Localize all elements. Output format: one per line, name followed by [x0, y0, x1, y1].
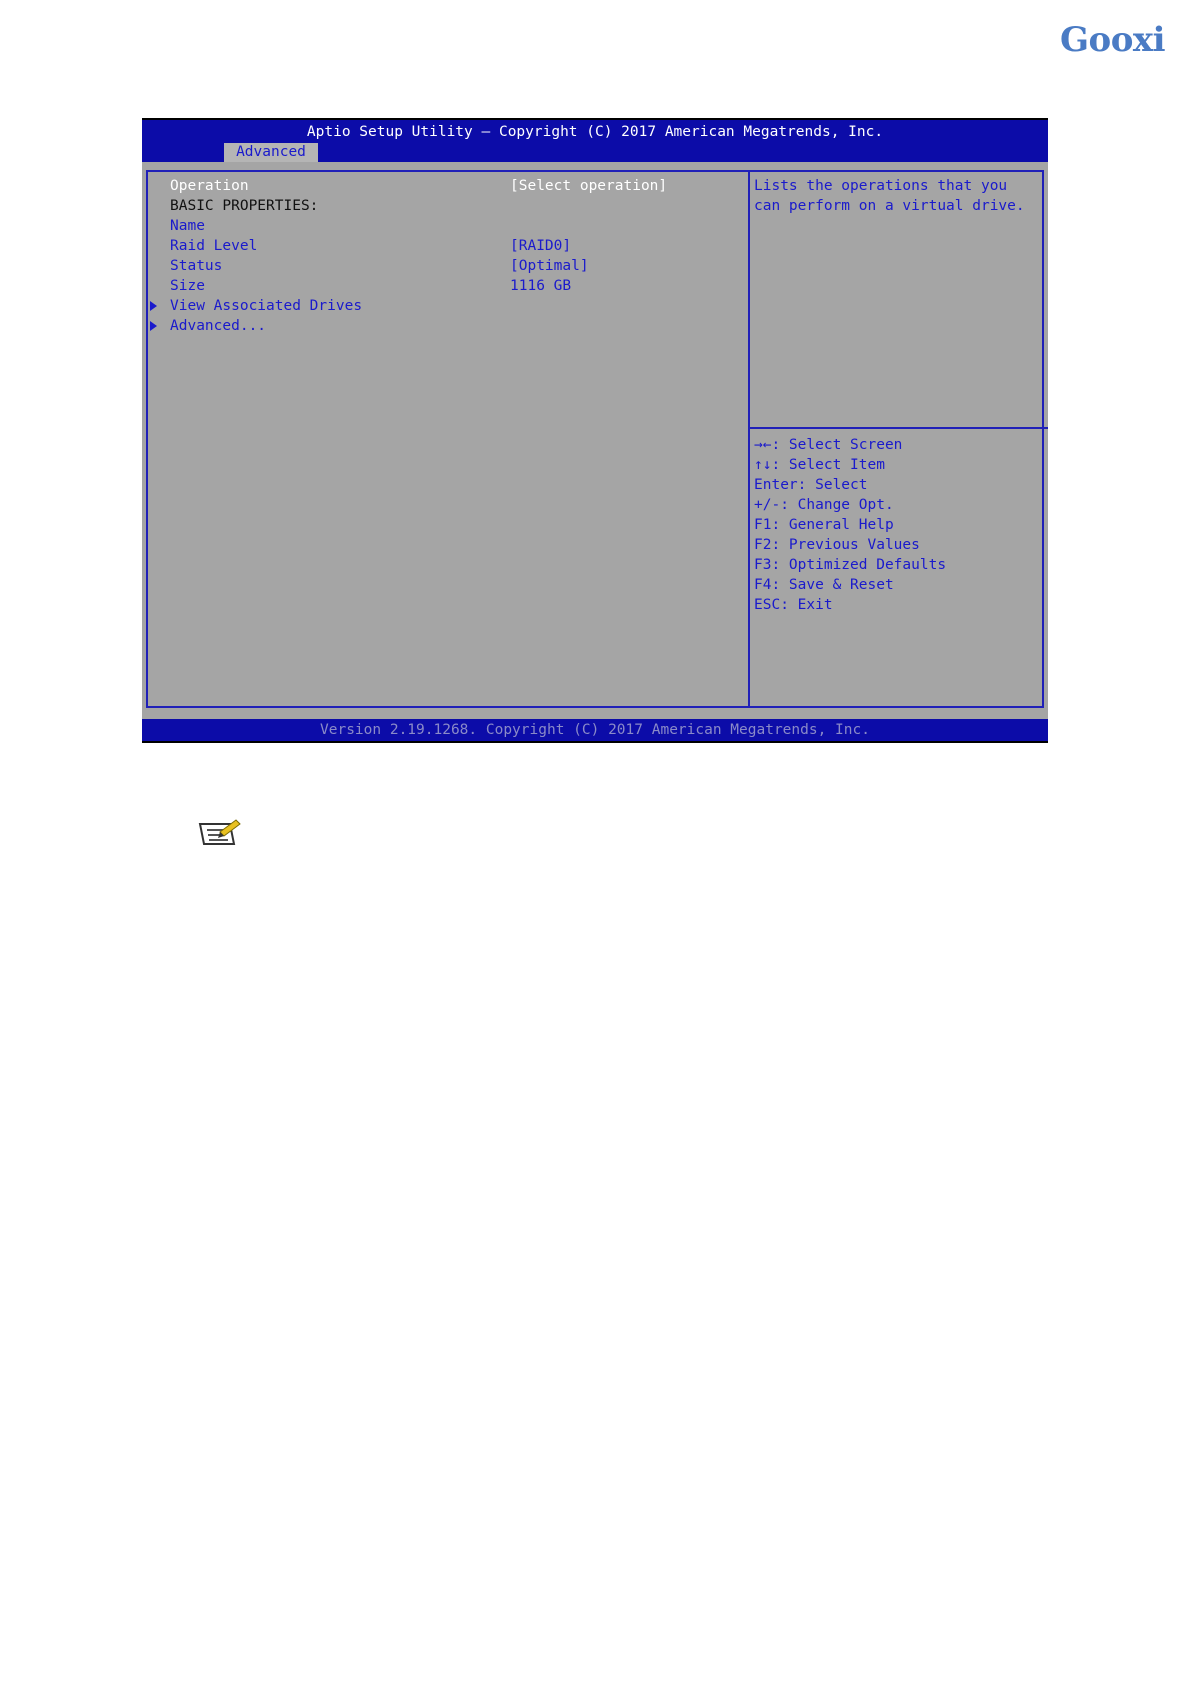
submenu-arrow-icon: [150, 301, 157, 311]
key-legend-item: ESC: Exit: [754, 597, 833, 613]
tab-advanced[interactable]: Advanced: [224, 143, 318, 162]
panel-divider: [748, 170, 750, 708]
setting-operation-value[interactable]: [Select operation]: [510, 176, 667, 196]
setting-raid-level-value: [RAID0]: [510, 238, 572, 254]
key-legend-item: F3: Optimized Defaults: [754, 557, 947, 573]
setting-status-label: Status: [170, 258, 223, 274]
bios-header: Aptio Setup Utility – Copyright (C) 2017…: [142, 120, 1048, 162]
gooxi-logo: Gooxi: [1060, 20, 1166, 60]
help-text-line: can perform on a virtual drive.: [754, 198, 1025, 214]
setting-raid-level-label: Raid Level: [170, 238, 258, 254]
key-legend-item: +/-: Change Opt.: [754, 497, 894, 513]
bios-setup-screen: Aptio Setup Utility – Copyright (C) 2017…: [142, 118, 1048, 743]
setting-operation-label[interactable]: Operation: [170, 176, 249, 196]
key-legend-item: F1: General Help: [754, 517, 894, 533]
submenu-view-associated-drives[interactable]: View Associated Drives: [170, 296, 362, 316]
key-legend-item: →←: Select Screen: [754, 437, 903, 453]
help-divider: [750, 427, 1048, 429]
bios-title: Aptio Setup Utility – Copyright (C) 2017…: [306, 124, 884, 140]
key-legend-item: F4: Save & Reset: [754, 577, 894, 593]
key-legend-item: ↑↓: Select Item: [754, 457, 885, 473]
setting-status-value: [Optimal]: [510, 258, 589, 274]
bios-main-panel: Operation [Select operation] BASIC PROPE…: [142, 162, 1048, 719]
key-legend-item: Enter: Select: [754, 477, 868, 493]
basic-properties-heading: BASIC PROPERTIES:: [170, 198, 319, 214]
setting-size-label: Size: [170, 278, 205, 294]
bios-footer: Version 2.19.1268. Copyright (C) 2017 Am…: [142, 719, 1048, 741]
setting-size-value: 1116 GB: [510, 278, 572, 294]
setting-name-label: Name: [170, 218, 205, 234]
submenu-advanced[interactable]: Advanced...: [170, 316, 266, 336]
key-legend-item: F2: Previous Values: [754, 537, 920, 553]
submenu-arrow-icon: [150, 321, 157, 331]
note-pencil-icon: [198, 819, 241, 845]
settings-frame: [146, 170, 1044, 708]
help-text-line: Lists the operations that you: [754, 178, 1008, 194]
